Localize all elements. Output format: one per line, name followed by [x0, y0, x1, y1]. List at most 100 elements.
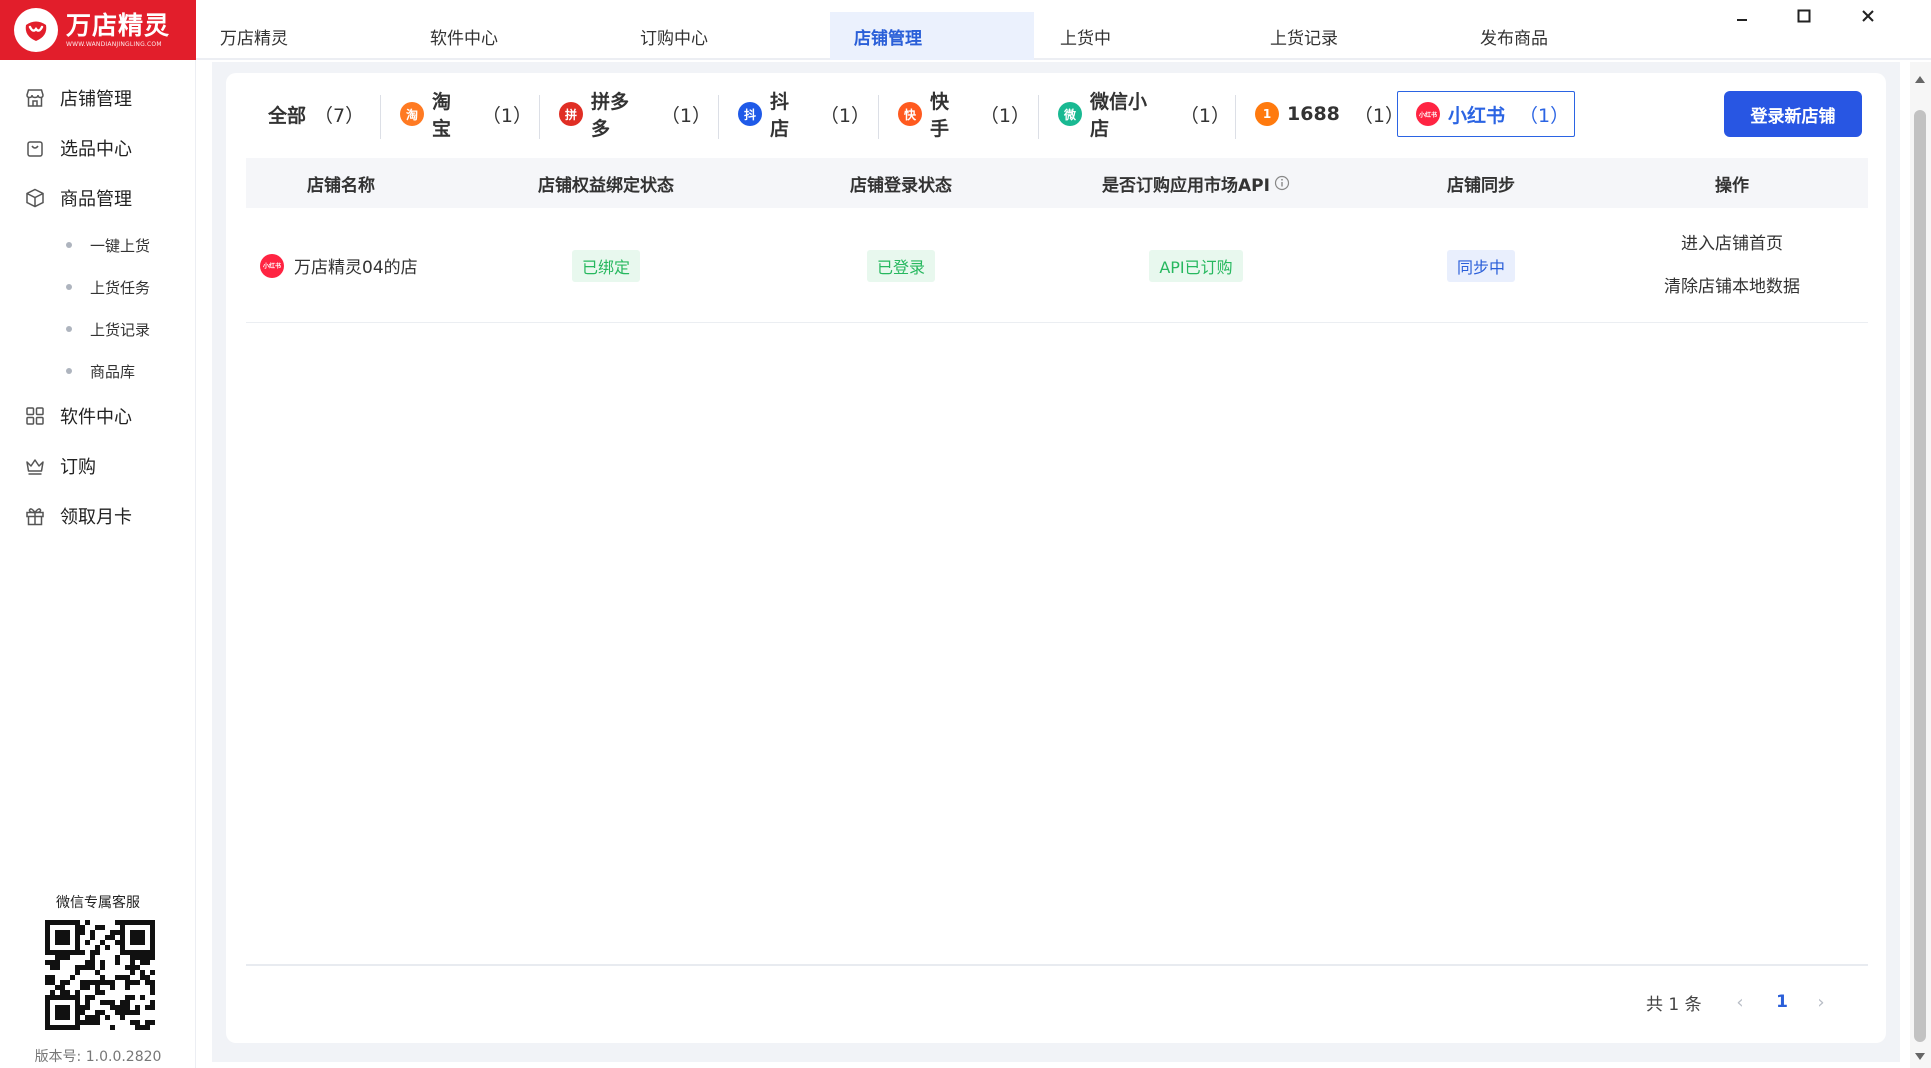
maximize-icon[interactable] — [1784, 2, 1824, 30]
platform-tab-count: （1） — [979, 104, 1030, 127]
platform-tab-douyin-shop[interactable]: 抖 抖店 （1） — [720, 91, 870, 140]
sidebar-item-label: 领取月卡 — [60, 507, 132, 528]
top-tab-shop-management[interactable]: 店铺管理 — [830, 12, 1034, 60]
shop-name-text: 万店精灵04的店 — [294, 258, 418, 278]
enter-shop-home-link[interactable]: 进入店铺首页 — [1681, 223, 1783, 266]
bullet-dot-icon — [66, 284, 72, 290]
bullet-dot-icon — [66, 368, 72, 374]
scrollbar-thumb[interactable] — [1914, 110, 1926, 1042]
close-icon[interactable] — [1848, 2, 1888, 30]
table-row: 小红书 万店精灵04的店 已绑定 已登录 API已订购 同步中 进入店铺首页 清… — [246, 208, 1868, 323]
platform-tab-kuaishou[interactable]: 快 快手 （1） — [880, 91, 1030, 140]
platform-tab-count: （7） — [314, 104, 365, 127]
version-label: 版本号: 1.0.0.2820 — [34, 1049, 162, 1065]
pinduoduo-icon: 拼 — [559, 102, 583, 126]
top-tab-publish-product[interactable]: 发布商品 — [1456, 12, 1660, 60]
kuaishou-icon: 快 — [898, 102, 922, 126]
clear-local-data-link[interactable]: 清除店铺本地数据 — [1664, 266, 1800, 309]
top-tab-wandian[interactable]: 万店精灵 — [196, 12, 400, 60]
top-tab-upload-records[interactable]: 上货记录 — [1246, 12, 1450, 60]
sidebar-subitem-upload-records[interactable]: 上货记录 — [0, 314, 196, 344]
pagination-prev-button[interactable]: ‹ — [1728, 985, 1752, 1019]
table-bottom-divider — [246, 964, 1868, 966]
store-icon — [26, 89, 44, 107]
box-icon — [26, 188, 44, 208]
cell-api-status: API已订购 — [1026, 208, 1366, 323]
sidebar-subitem-label: 一键上货 — [90, 236, 151, 255]
platform-tab-1688[interactable]: 1 1688 （1） — [1237, 91, 1404, 137]
top-tab-software-center[interactable]: 软件中心 — [406, 12, 610, 60]
cell-shop-name: 小红书 万店精灵04的店 — [260, 208, 450, 323]
login-new-shop-button[interactable]: 登录新店铺 — [1724, 91, 1862, 137]
column-header-sync: 店铺同步 — [1447, 175, 1515, 196]
status-badge-logged-in: 已登录 — [866, 249, 935, 282]
sidebar-item-label: 选品中心 — [60, 139, 132, 160]
shop-management-card: 全部 （7） 淘 淘宝 （1） 拼 拼多多 （1） 抖 抖店 （1） 快 快手 （1） 微… — [226, 73, 1886, 1043]
platform-tab-count: （1） — [819, 104, 870, 127]
gift-icon — [26, 508, 44, 526]
alibaba-1688-icon: 1 — [1255, 102, 1279, 126]
sidebar-subitem-one-click-upload[interactable]: 一键上货 — [0, 230, 196, 260]
platform-tab-pinduoduo[interactable]: 拼 拼多多 （1） — [541, 91, 711, 140]
sidebar-subitem-product-library[interactable]: 商品库 — [0, 356, 196, 386]
sidebar-subitem-label: 上货记录 — [90, 320, 151, 339]
platform-tab-wechat-shop[interactable]: 微 微信小店 （1） — [1040, 91, 1230, 140]
platform-tab-count: （1） — [1519, 104, 1570, 127]
column-header-shop-name: 店铺名称 — [307, 175, 375, 196]
tab-divider — [878, 95, 879, 139]
platform-tab-label: 小红书 — [1448, 104, 1506, 127]
sidebar: 店铺管理 选品中心 商品管理 一键上货 上货任务 上货记录 商品库 软件中心 订… — [0, 60, 196, 1068]
platform-tab-label: 1688 — [1287, 103, 1340, 125]
pagination-page-1[interactable]: 1 — [1767, 985, 1797, 1019]
logo-text: 万店精灵 — [66, 11, 171, 40]
sidebar-item-shop-management[interactable]: 店铺管理 — [0, 77, 196, 119]
top-tab-bar: 万店精灵 软件中心 订购中心 店铺管理 上货中 上货记录 发布商品 — [196, 0, 1931, 60]
cell-sync-status: 同步中 — [1366, 208, 1596, 323]
scroll-up-arrow-icon[interactable] — [1913, 72, 1927, 86]
pagination-total: 共 1 条 — [1646, 994, 1702, 1015]
sidebar-item-label: 订购 — [60, 457, 96, 478]
crown-icon — [26, 459, 44, 475]
sidebar-item-monthly-card[interactable]: 领取月卡 — [0, 495, 196, 537]
column-header-api-subscribed: 是否订购应用市场API — [1026, 158, 1366, 208]
sidebar-item-product-management[interactable]: 商品管理 — [0, 177, 196, 219]
sidebar-item-selection-center[interactable]: 选品中心 — [0, 127, 196, 169]
cell-actions: 进入店铺首页 清除店铺本地数据 — [1596, 208, 1868, 323]
platform-tab-count: （1） — [660, 104, 711, 127]
status-badge-bound: 已绑定 — [571, 249, 640, 282]
pagination-next-button[interactable]: › — [1809, 985, 1833, 1019]
platform-tab-count: （1） — [1179, 104, 1230, 127]
info-icon[interactable] — [1274, 175, 1290, 191]
platform-tab-label: 淘宝 — [432, 91, 452, 140]
sidebar-item-label: 软件中心 — [60, 407, 132, 428]
scroll-down-arrow-icon[interactable] — [1913, 1050, 1927, 1064]
platform-tab-xiaohongshu[interactable]: 小红书 小红书 （1） — [1397, 91, 1575, 137]
sidebar-item-label: 店铺管理 — [60, 89, 132, 110]
platform-tab-label: 全部 — [268, 104, 307, 127]
platform-tab-label: 微信小店 — [1090, 91, 1148, 140]
sidebar-subitem-label: 上货任务 — [90, 278, 151, 297]
column-header-label: 是否订购应用市场API — [1102, 175, 1270, 196]
table-header: 店铺名称 店铺权益绑定状态 店铺登录状态 是否订购应用市场API 店铺同步 操作 — [246, 158, 1868, 208]
platform-tab-taobao[interactable]: 淘 淘宝 （1） — [382, 91, 532, 140]
platform-tab-label: 快手 — [930, 91, 950, 140]
platform-tab-label: 抖店 — [770, 91, 790, 140]
top-tab-uploading[interactable]: 上货中 — [1036, 12, 1240, 60]
sidebar-item-subscribe[interactable]: 订购 — [0, 445, 196, 487]
column-header-login-status: 店铺登录状态 — [850, 175, 952, 196]
status-badge-syncing: 同步中 — [1446, 249, 1515, 282]
minimize-icon[interactable] — [1722, 2, 1762, 30]
status-badge-api-subscribed: API已订购 — [1149, 249, 1243, 282]
tab-divider — [1038, 95, 1039, 139]
bullet-dot-icon — [66, 326, 72, 332]
wechat-qr-code-icon — [45, 920, 155, 1030]
column-header-actions: 操作 — [1715, 175, 1749, 196]
tab-divider — [1235, 95, 1236, 139]
sidebar-subitem-upload-tasks[interactable]: 上货任务 — [0, 272, 196, 302]
platform-tab-label: 拼多多 — [591, 91, 630, 140]
qr-title: 微信专属客服 — [56, 895, 140, 911]
sidebar-item-software-center[interactable]: 软件中心 — [0, 395, 196, 437]
platform-tab-all[interactable]: 全部 （7） — [250, 91, 370, 137]
app-window: 万店精灵 WWW.WANDIANJINGLING.COM 万店精灵 软件中心 订… — [0, 0, 1931, 1068]
top-tab-order-center[interactable]: 订购中心 — [616, 12, 820, 60]
